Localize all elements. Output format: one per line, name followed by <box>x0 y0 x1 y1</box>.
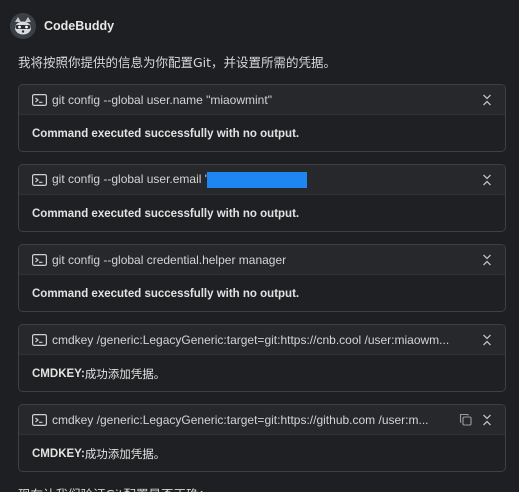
output-text: 成功添加凭据。 <box>84 446 166 461</box>
terminal-icon <box>32 413 47 426</box>
command-text: git config --global user.name "miaowmint… <box>52 92 272 107</box>
terminal-icon <box>32 333 47 346</box>
output-label: CMDKEY: <box>32 367 85 380</box>
followup-message: 现在让我们验证Git配置是否正确： <box>18 484 211 492</box>
command-text: cmdkey /generic:LegacyGeneric:target=git… <box>52 412 429 427</box>
output-text: Command executed successfully with no ou… <box>32 207 300 220</box>
command-text: git config --global user.email " <box>52 171 465 188</box>
command-header[interactable]: git config --global credential.helper ma… <box>19 245 505 275</box>
command-output: CMDKEY: 成功添加凭据。 <box>19 435 505 471</box>
command-text: cmdkey /generic:LegacyGeneric:target=git… <box>52 332 450 347</box>
command-header[interactable]: cmdkey /generic:LegacyGeneric:target=git… <box>19 405 505 435</box>
output-text: 成功添加凭据。 <box>84 366 166 381</box>
collapse-icon[interactable] <box>479 92 495 108</box>
chat-header: CodeBuddy <box>10 12 114 40</box>
terminal-icon <box>32 173 47 186</box>
command-header[interactable]: cmdkey /generic:LegacyGeneric:target=git… <box>19 325 505 355</box>
assistant-name: CodeBuddy <box>44 19 115 33</box>
collapse-icon[interactable] <box>479 332 495 348</box>
command-header[interactable]: git config --global user.email " <box>19 165 505 195</box>
output-label: CMDKEY: <box>32 447 85 460</box>
command-header[interactable]: git config --global user.name "miaowmint… <box>19 85 505 115</box>
command-output: Command executed successfully with no ou… <box>19 115 505 151</box>
command-output: Command executed successfully with no ou… <box>19 275 505 311</box>
output-text: Command executed successfully with no ou… <box>32 287 300 300</box>
collapse-icon[interactable] <box>479 412 495 428</box>
collapse-icon[interactable] <box>479 172 495 188</box>
command-text: git config --global credential.helper ma… <box>52 252 287 267</box>
command-card: cmdkey /generic:LegacyGeneric:target=git… <box>18 324 506 392</box>
command-output: Command executed successfully with no ou… <box>19 195 505 231</box>
terminal-icon <box>32 253 47 266</box>
redacted-email <box>207 171 308 188</box>
command-output: CMDKEY: 成功添加凭据。 <box>19 355 505 391</box>
collapse-icon[interactable] <box>479 252 495 268</box>
intro-message: 我将按照你提供的信息为你配置Git，并设置所需的凭据。 <box>18 55 337 70</box>
output-text: Command executed successfully with no ou… <box>32 127 300 140</box>
command-card: cmdkey /generic:LegacyGeneric:target=git… <box>18 404 506 472</box>
command-card: git config --global user.name "miaowmint… <box>18 84 506 152</box>
command-card: git config --global credential.helper ma… <box>18 244 506 312</box>
terminal-icon <box>32 93 47 106</box>
command-card: git config --global user.email " Command… <box>18 164 506 232</box>
copy-icon[interactable] <box>457 412 473 428</box>
raccoon-avatar-icon <box>10 13 36 39</box>
